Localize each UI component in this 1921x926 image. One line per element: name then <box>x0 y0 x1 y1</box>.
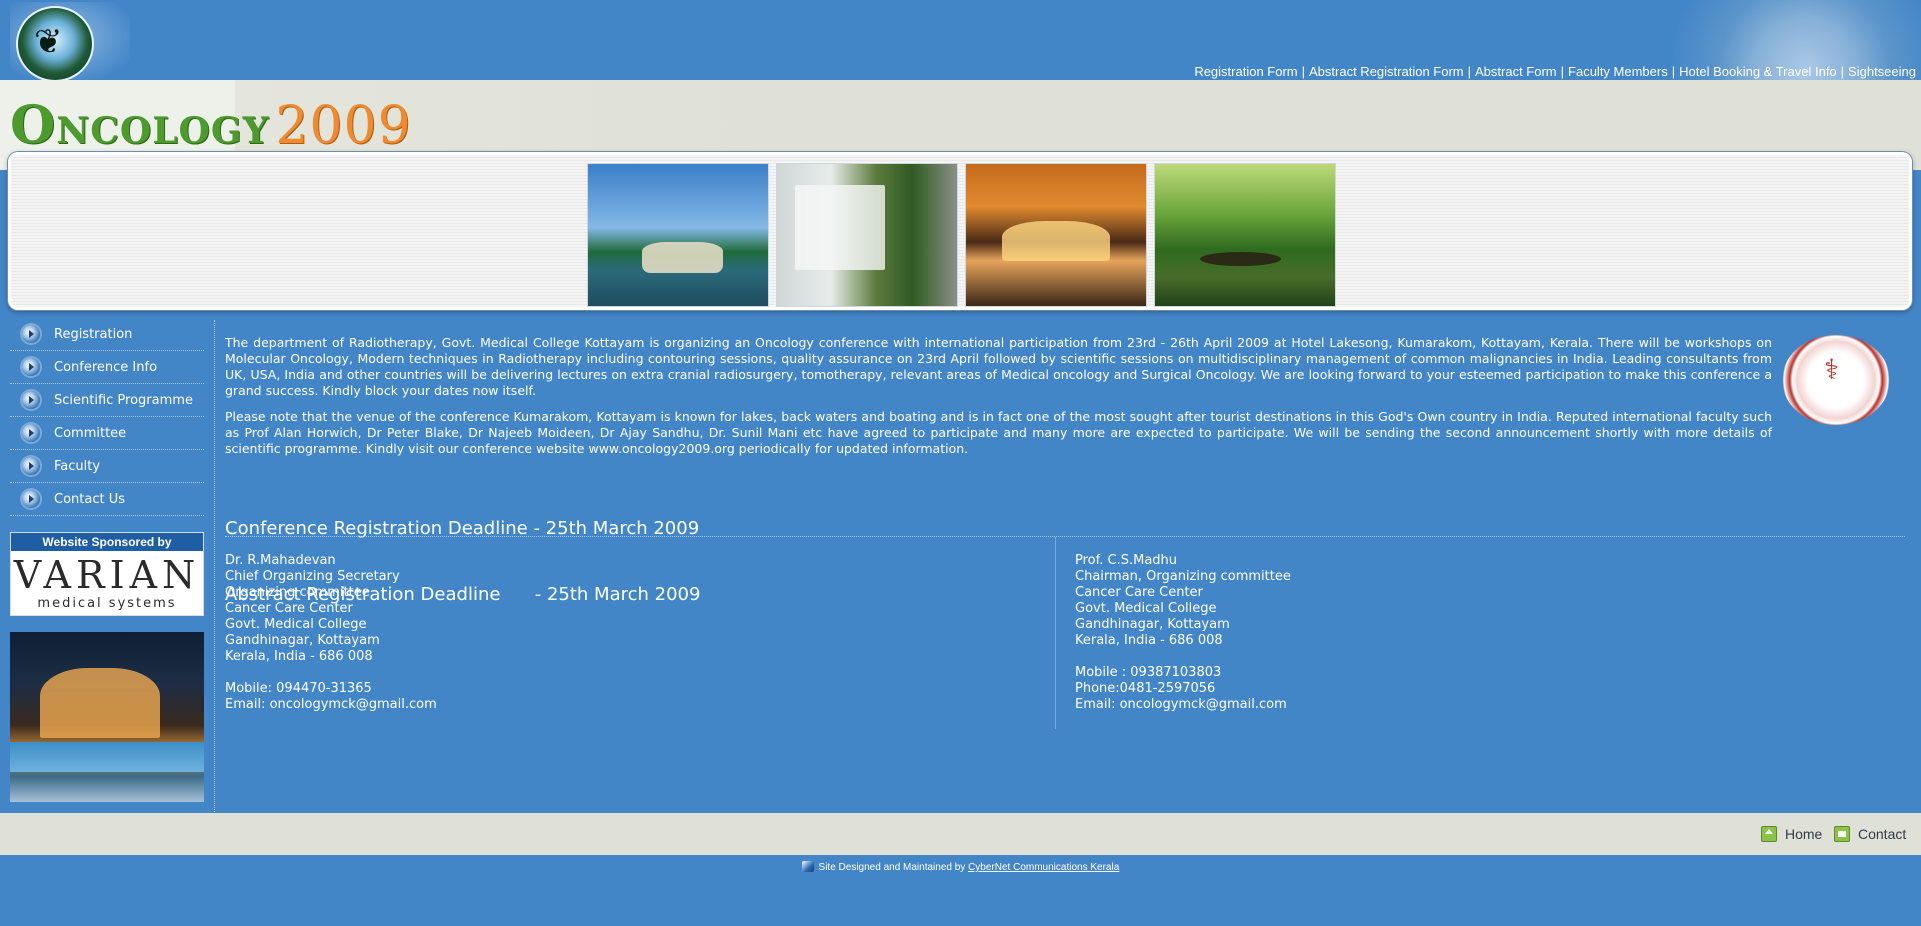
sidebar-item-committee[interactable]: Committee <box>10 417 204 450</box>
nav-faculty-members[interactable]: Faculty Members <box>1568 64 1668 79</box>
contact-line: Organizing committee <box>225 585 370 600</box>
contact-mobile: Mobile : 09387103803 <box>1075 665 1222 680</box>
contact-name: Dr. R.Mahadevan <box>225 553 336 568</box>
contact-line: Kerala, India - 686 008 <box>225 649 373 664</box>
nav-sightseeing[interactable]: Sightseeing <box>1848 64 1916 79</box>
sponsor-heading: Website Sponsored by <box>11 533 203 551</box>
nav-separator: | <box>1467 64 1472 79</box>
credit-link[interactable]: CyberNet Communications Kerala <box>968 862 1119 873</box>
header-bar: ❦ Registration Form | Abstract Registratio… <box>0 0 1921 155</box>
footer-home-label: Home <box>1785 826 1823 842</box>
site-title-year: 2009 <box>275 96 412 156</box>
contact-card-secretary: Dr. R.Mahadevan Chief Organizing Secreta… <box>225 553 437 713</box>
arrow-bullet-icon <box>22 424 40 442</box>
nav-hotel-booking-travel[interactable]: Hotel Booking & Travel Info <box>1679 64 1837 79</box>
nav-separator: | <box>1560 64 1565 79</box>
sidebar-item-label: Registration <box>54 326 133 342</box>
contact-email: Email: oncologymck@gmail.com <box>1075 697 1287 712</box>
site-logo[interactable]: ❦ <box>10 2 130 82</box>
medical-college-seal: ⚕ <box>1782 335 1890 425</box>
arrow-bullet-icon <box>22 457 40 475</box>
nav-separator: | <box>1840 64 1845 79</box>
sidebar-item-registration[interactable]: Registration <box>10 318 204 351</box>
arrow-bullet-icon <box>22 325 40 343</box>
footer-contact-link[interactable]: Contact <box>1834 826 1906 842</box>
contact-line: Gandhinagar, Kottayam <box>1075 617 1230 632</box>
nav-separator: | <box>1301 64 1306 79</box>
sponsor-tagline: medical systems <box>37 596 177 611</box>
intro-paragraph: The department of Radiotherapy, Govt. Me… <box>225 335 1772 398</box>
sponsor-brand-logo: VARIAN <box>13 553 201 597</box>
sidebar-item-contact-us[interactable]: Contact Us <box>10 483 204 516</box>
sidebar-item-label: Faculty <box>54 458 101 474</box>
canoe-backwaters-image <box>1154 163 1336 307</box>
sidebar-item-scientific-programme[interactable]: Scientific Programme <box>10 384 204 417</box>
nav-abstract-form[interactable]: Abstract Form <box>1475 64 1557 79</box>
site-title-word: Oncology <box>10 95 270 156</box>
sidebar-divider <box>214 320 215 812</box>
contact-card-chairman: Prof. C.S.Madhu Chairman, Organizing com… <box>1075 553 1291 713</box>
nav-separator: | <box>1671 64 1676 79</box>
bird-icon: ❦ <box>34 22 63 62</box>
contact-line: Cancer Care Center <box>225 601 353 616</box>
sidebar-item-label: Contact Us <box>54 491 125 507</box>
sidebar-item-conference-info[interactable]: Conference Info <box>10 351 204 384</box>
home-icon <box>1761 826 1777 842</box>
contact-phone: Phone:0481-2597056 <box>1075 681 1216 696</box>
top-navigation: Registration Form | Abstract Registration … <box>1194 64 1916 79</box>
contact-line: Govt. Medical College <box>225 617 367 632</box>
contact-role: Chief Organizing Secretary <box>225 569 400 584</box>
content-divider <box>225 536 1905 537</box>
venue-paragraph: Please note that the venue of the confer… <box>225 409 1772 456</box>
sidebar-item-faculty[interactable]: Faculty <box>10 450 204 483</box>
contact-line: Gandhinagar, Kottayam <box>225 633 380 648</box>
arrow-bullet-icon <box>22 391 40 409</box>
cybernet-icon <box>801 861 814 872</box>
sidebar-item-label: Committee <box>54 425 127 441</box>
footer-contact-label: Contact <box>1858 826 1907 842</box>
contact-email: Email: oncologymck@gmail.com <box>225 697 437 712</box>
footer-home-link[interactable]: Home <box>1761 826 1822 842</box>
site-credit: Site Designed and Maintained by CyberNet… <box>0 861 1921 873</box>
contacts-divider <box>1055 537 1056 729</box>
nav-abstract-registration-form[interactable]: Abstract Registration Form <box>1309 64 1464 79</box>
sidebar-menu: Registration Conference Info Scientific … <box>10 318 204 516</box>
mail-icon <box>1834 826 1850 842</box>
arrow-bullet-icon <box>22 358 40 376</box>
contact-role: Chairman, Organizing committee <box>1075 569 1291 584</box>
intro-content: The department of Radiotherapy, Govt. Me… <box>225 335 1772 467</box>
photo-gallery <box>8 152 1912 310</box>
contact-line: Kerala, India - 686 008 <box>1075 633 1223 648</box>
sponsor-banner[interactable]: Website Sponsored by VARIAN medical syst… <box>10 532 204 616</box>
credit-text: Site Designed and Maintained by <box>818 862 966 873</box>
contact-line: Govt. Medical College <box>1075 601 1217 616</box>
houseboat-image <box>587 163 769 307</box>
resort-night-image <box>10 632 204 802</box>
contact-name: Prof. C.S.Madhu <box>1075 553 1178 568</box>
hotel-building-image <box>776 163 958 307</box>
footer-band: Home Contact <box>0 813 1921 855</box>
arrow-bullet-icon <box>22 490 40 508</box>
contact-mobile: Mobile: 094470-31365 <box>225 681 372 696</box>
resort-sunset-image <box>965 163 1147 307</box>
sidebar-item-label: Conference Info <box>54 359 158 375</box>
sidebar-item-label: Scientific Programme <box>54 392 193 408</box>
nav-registration-form[interactable]: Registration Form <box>1194 64 1297 79</box>
contact-line: Cancer Care Center <box>1075 585 1203 600</box>
caduceus-icon: ⚕ <box>1824 353 1840 386</box>
